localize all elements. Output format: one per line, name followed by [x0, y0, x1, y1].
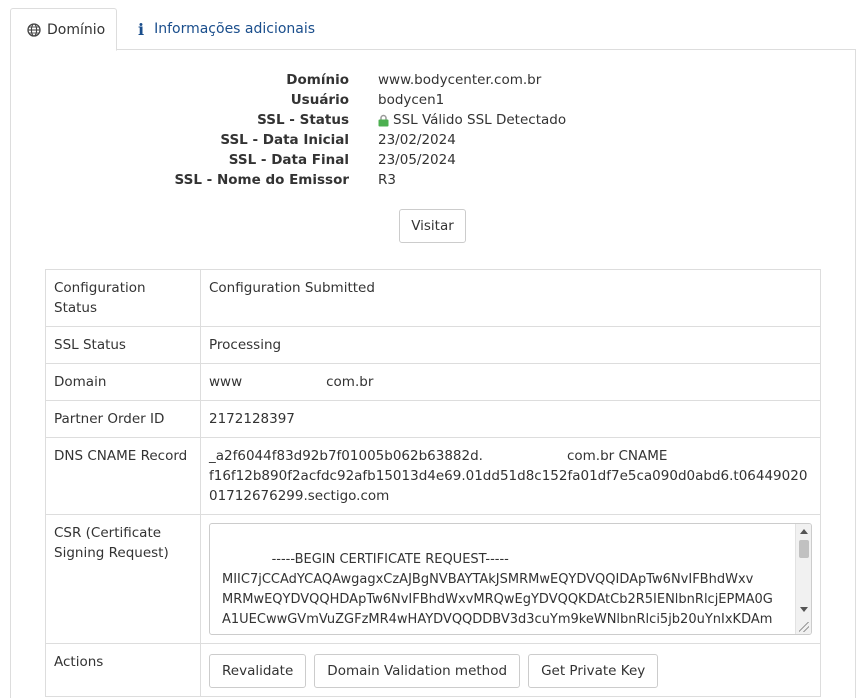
lock-icon [378, 114, 389, 127]
info-label: SSL - Data Inicial [220, 132, 349, 148]
info-row-ssl-data-inicial: SSL - Data Inicial 23/02/2024 [11, 130, 857, 150]
details-key: Partner Order ID [45, 400, 201, 438]
details-key: Configuration Status [45, 269, 201, 327]
revalidate-button[interactable]: Revalidate [209, 654, 307, 688]
info-value: 23/05/2024 [378, 152, 456, 168]
tab-bar: Domínio i Informações adicionais [10, 8, 856, 51]
domain-prefix: www [209, 374, 243, 390]
details-value-cname: _a2f6044f83d92b7f01005b062b63882d. com.br… [200, 437, 821, 515]
info-row-dominio: Domínio www.bodycenter.com.br [11, 70, 857, 90]
info-row-usuario: Usuário bodycen1 [11, 90, 857, 110]
info-value: R3 [378, 172, 396, 188]
info-label: Usuário [290, 92, 349, 108]
details-key: Domain [45, 363, 201, 401]
tab-dominio-label: Domínio [47, 21, 106, 38]
info-row-ssl-emissor: SSL - Nome do Emissor R3 [11, 170, 857, 190]
ssl-details-table: Configuration Status Configuration Submi… [45, 269, 821, 697]
details-value-actions: Revalidate Domain Validation method Get … [200, 643, 821, 697]
resize-handle-icon[interactable] [799, 622, 809, 632]
scroll-up-arrow-icon[interactable] [800, 529, 808, 534]
table-row: CSR (Certificate Signing Request) -----B… [45, 514, 821, 644]
details-key: CSR (Certificate Signing Request) [45, 514, 201, 644]
details-value: Processing [200, 326, 821, 364]
domain-validation-method-button[interactable]: Domain Validation method [314, 654, 521, 688]
csr-textarea[interactable]: -----BEGIN CERTIFICATE REQUEST----- MIIC… [209, 523, 812, 635]
details-key: DNS CNAME Record [45, 437, 201, 515]
info-label: Domínio [286, 72, 349, 88]
ssl-status-text: SSL Válido SSL Detectado [393, 112, 567, 128]
globe-icon [27, 22, 41, 37]
page: Domínio i Informações adicionais Domínio… [0, 0, 860, 698]
details-key: Actions [45, 643, 201, 697]
table-row: Actions Revalidate Domain Validation met… [45, 643, 821, 697]
csr-scrollbar[interactable] [795, 524, 811, 634]
tab-informacoes-adicionais[interactable]: i Informações adicionais [138, 8, 315, 50]
domain-info-list: Domínio www.bodycenter.com.br Usuário bo… [11, 70, 857, 190]
tab-panel-dominio: Domínio www.bodycenter.com.br Usuário bo… [10, 50, 856, 698]
details-value-csr: -----BEGIN CERTIFICATE REQUEST----- MIIC… [200, 514, 821, 644]
scrollbar-thumb[interactable] [799, 540, 809, 558]
info-label: SSL - Status [257, 112, 349, 128]
info-value: bodycen1 [378, 92, 445, 108]
csr-text: -----BEGIN CERTIFICATE REQUEST----- MIIC… [222, 552, 773, 627]
domain-suffix: com.br [326, 374, 374, 390]
cname-suffix: com.br CNAME [566, 448, 668, 464]
cname-prefix: _a2f6044f83d92b7f01005b062b63882d. [209, 448, 483, 464]
details-value: Configuration Submitted [200, 269, 821, 327]
details-value: 2172128397 [200, 400, 821, 438]
info-row-ssl-data-final: SSL - Data Final 23/05/2024 [11, 150, 857, 170]
info-icon: i [138, 19, 145, 39]
get-private-key-button[interactable]: Get Private Key [528, 654, 659, 688]
table-row: SSL Status Processing [45, 326, 821, 364]
tab-informacoes-label: Informações adicionais [154, 21, 316, 37]
table-row: Domain www com.br [45, 363, 821, 401]
info-value-ssl-status: SSL Válido SSL Detectado [378, 110, 566, 130]
info-value: www.bodycenter.com.br [378, 72, 542, 88]
info-value: 23/02/2024 [378, 132, 456, 148]
info-row-ssl-status: SSL - Status SSL Válido SSL Detectado [11, 110, 857, 130]
details-key: SSL Status [45, 326, 201, 364]
actions-group: Revalidate Domain Validation method Get … [209, 652, 812, 688]
details-value-domain: www com.br [200, 363, 821, 401]
scroll-down-arrow-icon[interactable] [800, 607, 808, 612]
table-row: Configuration Status Configuration Submi… [45, 269, 821, 327]
tab-dominio[interactable]: Domínio [10, 8, 117, 51]
cname-target: f16f12b890f2acfdc92afb15013d4e69.01dd51d… [209, 468, 808, 504]
info-label: SSL - Data Final [228, 152, 349, 168]
table-row: DNS CNAME Record _a2f6044f83d92b7f01005b… [45, 437, 821, 515]
table-row: Partner Order ID 2172128397 [45, 400, 821, 438]
info-label: SSL - Nome do Emissor [174, 172, 350, 188]
visitar-button[interactable]: Visitar [399, 209, 466, 243]
